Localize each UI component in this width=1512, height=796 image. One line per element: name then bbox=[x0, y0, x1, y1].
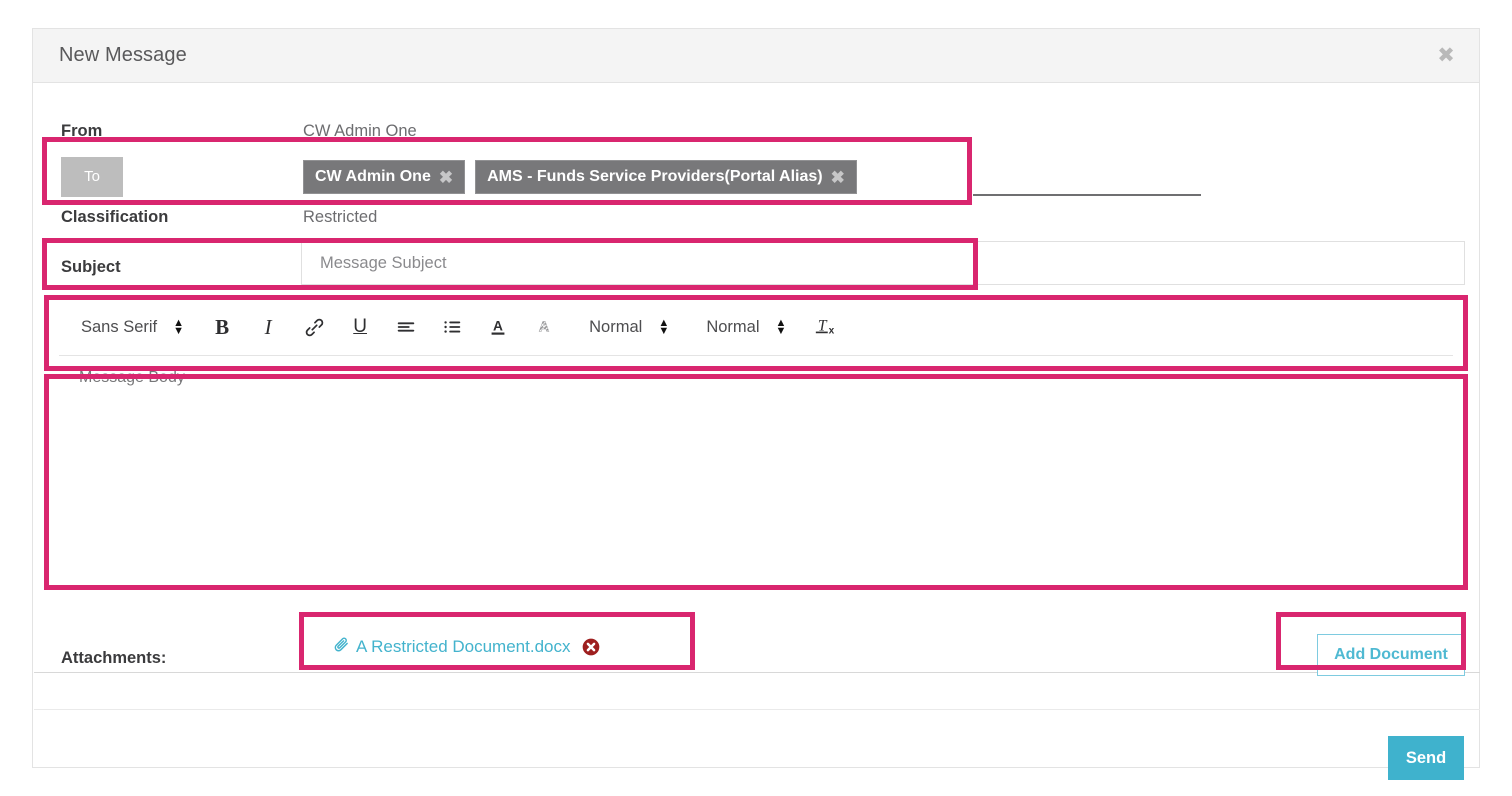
font-color-icon[interactable]: A bbox=[475, 307, 521, 347]
screen: New Message ✖ From CW Admin One To CW Ad… bbox=[0, 0, 1512, 796]
bold-button[interactable]: B bbox=[199, 307, 245, 347]
highlight-icon[interactable]: A bbox=[521, 307, 567, 347]
font-family-value: Sans Serif bbox=[81, 317, 158, 336]
underline-button[interactable]: U bbox=[337, 307, 383, 347]
classification-label: Classification bbox=[61, 208, 169, 226]
editor-toolbar: Sans Serif ▲ ▼ B I U A A Normal ▲ ▼ Norm… bbox=[59, 298, 1453, 356]
footer-divider bbox=[34, 709, 1480, 710]
to-button[interactable]: To bbox=[61, 157, 123, 197]
attachment-filename: A Restricted Document.docx bbox=[356, 637, 571, 656]
font-size-select[interactable]: Normal ▲ ▼ bbox=[567, 318, 684, 337]
to-input-underline[interactable] bbox=[973, 194, 1201, 196]
recipient-chip[interactable]: AMS - Funds Service Providers(Portal Ali… bbox=[475, 160, 857, 194]
font-family-select[interactable]: Sans Serif ▲ ▼ bbox=[59, 318, 199, 337]
recipient-chip-label: CW Admin One bbox=[315, 168, 431, 185]
align-left-icon[interactable] bbox=[383, 307, 429, 347]
message-body-input[interactable]: Message Body bbox=[59, 357, 1453, 669]
font-size-value: Normal bbox=[589, 317, 643, 336]
italic-button[interactable]: I bbox=[245, 307, 291, 347]
paragraph-style-select[interactable]: Normal ▲ ▼ bbox=[684, 318, 801, 337]
subject-label: Subject bbox=[61, 258, 121, 276]
recipient-chip-label: AMS - Funds Service Providers(Portal Ali… bbox=[487, 168, 823, 185]
attachment-link[interactable]: A Restricted Document.docx bbox=[333, 636, 570, 658]
clear-format-icon[interactable]: T x bbox=[802, 307, 848, 347]
svg-text:x: x bbox=[828, 325, 834, 336]
send-button[interactable]: Send bbox=[1388, 736, 1464, 780]
chevron-updown-icon: ▲ ▼ bbox=[173, 317, 185, 337]
subject-input[interactable] bbox=[301, 241, 1465, 285]
body-divider bbox=[34, 672, 1480, 673]
paperclip-icon bbox=[333, 636, 350, 658]
close-icon[interactable]: ✖ bbox=[1433, 43, 1459, 69]
paragraph-style-value: Normal bbox=[706, 317, 760, 336]
add-document-button[interactable]: Add Document bbox=[1317, 634, 1465, 676]
bullet-list-icon[interactable] bbox=[429, 307, 475, 347]
attachments-label: Attachments: bbox=[61, 649, 167, 667]
recipient-chip[interactable]: CW Admin One ✖ bbox=[303, 160, 466, 194]
new-message-dialog: New Message ✖ From CW Admin One To CW Ad… bbox=[32, 28, 1480, 780]
svg-text:A: A bbox=[539, 320, 550, 336]
from-label: From bbox=[61, 122, 103, 140]
dialog-header: New Message ✖ bbox=[33, 29, 1479, 83]
page-title: New Message bbox=[59, 44, 187, 66]
remove-chip-icon[interactable]: ✖ bbox=[831, 169, 845, 186]
chevron-updown-icon: ▲ ▼ bbox=[658, 317, 670, 337]
link-icon[interactable] bbox=[291, 307, 337, 347]
svg-text:A: A bbox=[493, 319, 503, 334]
remove-attachment-icon[interactable] bbox=[580, 636, 602, 658]
remove-chip-icon[interactable]: ✖ bbox=[439, 169, 453, 186]
recipient-chip-list: CW Admin One ✖ AMS - Funds Service Provi… bbox=[303, 157, 857, 197]
attachment-item: A Restricted Document.docx bbox=[333, 636, 602, 658]
from-value: CW Admin One bbox=[303, 122, 417, 140]
chevron-updown-icon: ▲ ▼ bbox=[775, 317, 787, 337]
classification-value: Restricted bbox=[303, 208, 378, 226]
